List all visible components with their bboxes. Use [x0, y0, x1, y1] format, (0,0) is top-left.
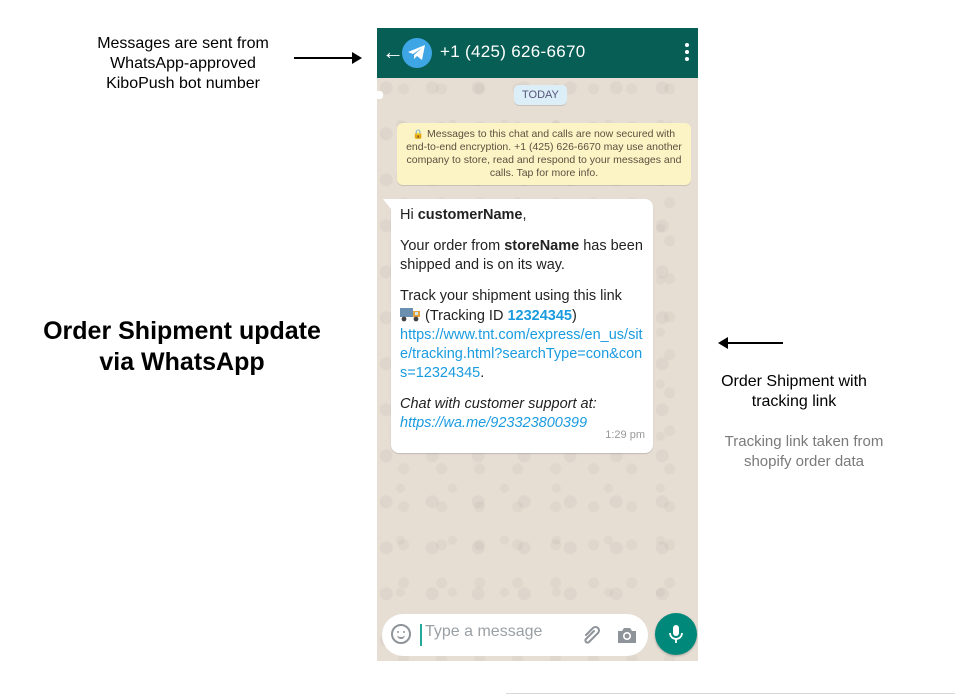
- message-input[interactable]: [425, 623, 565, 641]
- tracking-link[interactable]: https://www.tnt.com/express/en_us/site/t…: [400, 327, 643, 381]
- emoji-icon[interactable]: [391, 624, 411, 644]
- lock-icon: 🔒: [412, 129, 425, 139]
- greeting-line: Hi customerName,: [400, 206, 645, 225]
- tracking-id: 12324345: [507, 308, 572, 324]
- annotation-line: Order Shipment with: [721, 373, 867, 390]
- arrow-right-icon: [294, 52, 362, 64]
- contact-name[interactable]: +1 (425) 626-6670: [440, 41, 585, 63]
- composer: [382, 614, 648, 656]
- scroll-indicator: [377, 91, 383, 99]
- annotation-line: Tracking link taken from: [724, 433, 884, 450]
- truck-icon: [400, 308, 420, 322]
- telegram-logo-icon: [408, 45, 425, 60]
- message-bubble: Hi customerName, Your order from storeNa…: [383, 199, 653, 453]
- annotation-bot-number: Messages are sent from WhatsApp-approved…: [70, 34, 296, 94]
- customer-name: customerName: [417, 207, 523, 223]
- chat-header: ← +1 (425) 626-6670: [377, 28, 698, 78]
- store-name: storeName: [504, 238, 580, 254]
- annotation-tracking-source: Tracking link taken from shopify order d…: [710, 432, 898, 472]
- back-arrow-icon[interactable]: ←: [382, 40, 404, 64]
- annotation-line: WhatsApp-approved: [110, 55, 256, 72]
- encryption-notice-text: Messages to this chat and calls are now …: [406, 128, 682, 179]
- greeting-text: Hi: [400, 207, 418, 223]
- track-intro: Track your shipment using this link: [400, 288, 622, 304]
- divider: [506, 693, 955, 694]
- greeting-punct: ,: [522, 207, 527, 223]
- more-vert-icon[interactable]: [685, 43, 689, 64]
- arrow-left-icon: [718, 337, 783, 349]
- text-cursor: [420, 624, 422, 646]
- headline-line: Order Shipment update: [43, 317, 321, 345]
- camera-icon[interactable]: [616, 625, 638, 645]
- annotation-line: KiboPush bot number: [106, 75, 260, 92]
- page-headline: Order Shipment update via WhatsApp: [26, 316, 338, 378]
- support-link[interactable]: https://wa.me/923323800399: [400, 415, 587, 431]
- date-badge: TODAY: [514, 85, 567, 105]
- annotation-line: Messages are sent from: [97, 35, 269, 52]
- whatsapp-chat-screen: ← +1 (425) 626-6670 TODAY 🔒 Messages to …: [377, 28, 698, 661]
- avatar[interactable]: [402, 38, 432, 68]
- url-punct: .: [480, 365, 485, 381]
- support-text: Chat with customer support at:: [400, 396, 597, 412]
- order-line: Your order from storeName has been shipp…: [400, 237, 645, 275]
- annotation-line: tracking link: [751, 393, 837, 410]
- tracking-suffix: ): [571, 308, 577, 324]
- tracking-prefix: (Tracking ID: [425, 308, 508, 324]
- tracking-block: Track your shipment using this link (Tra…: [400, 287, 645, 383]
- annotation-tracking: Order Shipment with tracking link: [700, 372, 888, 412]
- mic-button[interactable]: [655, 613, 697, 655]
- order-text: Your order from: [400, 238, 505, 254]
- message-time: 1:29 pm: [605, 429, 645, 441]
- annotation-line: shopify order data: [743, 453, 865, 470]
- mic-icon: [669, 625, 683, 643]
- encryption-notice[interactable]: 🔒 Messages to this chat and calls are no…: [397, 123, 691, 185]
- paperclip-icon[interactable]: [580, 624, 602, 646]
- headline-line: via WhatsApp: [99, 348, 265, 376]
